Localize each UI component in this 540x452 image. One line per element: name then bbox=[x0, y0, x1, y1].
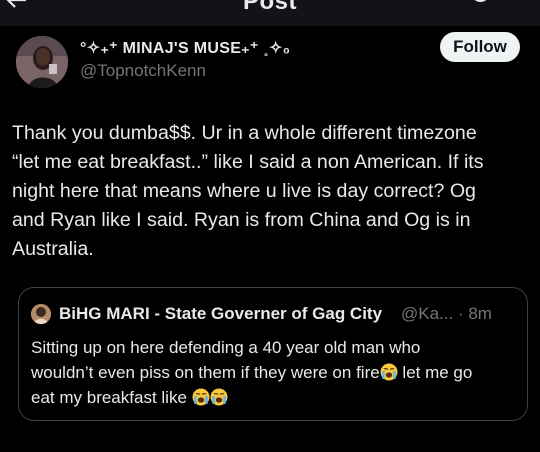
quoted-post-body: Sitting up on here defending a 40 year o… bbox=[31, 335, 521, 410]
post-detail-screen: Post °✧₊⁺ MINAJ'S MUSE₊⁺ ˳✧₀ @TopnotchKe… bbox=[0, 0, 540, 452]
quoted-line: wouldn’t even piss on them if they were … bbox=[31, 360, 521, 385]
loudly-crying-face-icon bbox=[380, 363, 398, 381]
quoted-avatar-icon bbox=[31, 304, 51, 324]
loudly-crying-face-icon bbox=[192, 388, 210, 406]
quoted-author-avatar bbox=[31, 304, 51, 324]
quoted-line: Sitting up on here defending a 40 year o… bbox=[31, 338, 421, 357]
loudly-crying-face-icon bbox=[210, 388, 228, 406]
author-username[interactable]: @TopnotchKenn bbox=[80, 61, 206, 81]
post-line: Thank you dumba$$. Ur in a whole differe… bbox=[12, 122, 477, 144]
quoted-line-text: eat my breakfast like bbox=[31, 388, 187, 407]
post-line: and Ryan like I said. Ryan is from China… bbox=[12, 209, 471, 231]
quoted-author-handle-time: @Ka... · 8m bbox=[401, 304, 492, 323]
reply-settings-icon[interactable] bbox=[466, 0, 492, 8]
quoted-line-text: wouldn’t even piss on them if they were … bbox=[31, 363, 380, 382]
quoted-line: eat my breakfast like bbox=[31, 385, 521, 410]
author-avatar[interactable] bbox=[16, 36, 68, 88]
author-display-name[interactable]: °✧₊⁺ MINAJ'S MUSE₊⁺ ˳✧₀ bbox=[80, 38, 290, 58]
user-avatar-icon bbox=[16, 36, 68, 88]
page-title: Post bbox=[242, 0, 297, 15]
quoted-line-text: let me go bbox=[397, 363, 473, 382]
post-line: night here that means where u live is da… bbox=[12, 180, 476, 202]
post-body: Thank you dumba$$. Ur in a whole differe… bbox=[12, 119, 532, 264]
quoted-author-name: BiHG MARI - State Governer of Gag City bbox=[59, 304, 383, 323]
top-bar: Post bbox=[0, 0, 540, 26]
quoted-post-card[interactable]: BiHG MARI - State Governer of Gag City @… bbox=[18, 287, 528, 421]
post-line: Australia. bbox=[12, 238, 94, 260]
post-line: “let me eat breakfast..” like I said a n… bbox=[12, 151, 484, 173]
follow-button[interactable]: Follow bbox=[440, 32, 520, 62]
